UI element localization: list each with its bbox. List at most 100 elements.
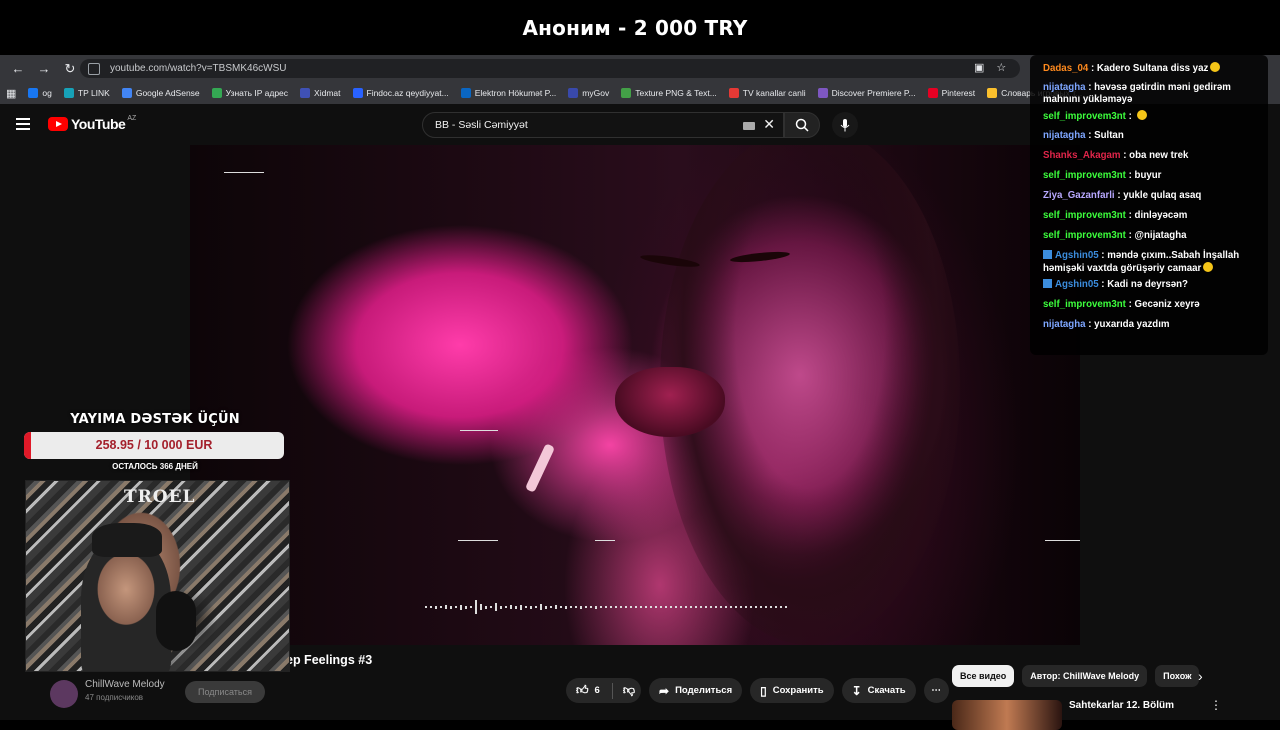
bookmark-item[interactable]: myGov [568,88,609,98]
chat-username: self_improvem3nt [1043,230,1126,241]
chat-username: self_improvem3nt [1043,111,1126,122]
bookmark-favicon-icon [987,88,998,98]
search-button[interactable] [784,112,820,138]
visualizer-bar [670,606,672,608]
visualizer-bar [520,604,522,610]
visualizer-bar [530,605,532,609]
search-input[interactable]: BB - Səsli Cəmiyyət ✕ [422,112,784,138]
stream-chat-overlay: Dadas_04 : Kadero Sultana diss yaz nijata… [1030,55,1268,355]
bookmark-item[interactable]: Discover Premiere P... [817,88,916,98]
bookmark-item[interactable]: Xidmat [300,88,341,98]
url-field[interactable]: youtube.com/watch?v=TBSMK46cWSU [80,59,1020,78]
clear-icon[interactable]: ✕ [763,116,775,133]
channel-name[interactable]: ChillWave Melody [85,679,165,690]
visualizer-bar [475,600,477,614]
bookmark-item[interactable]: Texture PNG & Text... [621,88,717,98]
chat-text: @nijatagha [1134,230,1187,241]
bookmark-item[interactable]: TP LINK [63,88,110,98]
visualizer-bar [595,605,597,609]
bookmark-star-icon[interactable]: ☆ [996,61,1006,74]
like-button[interactable]: 👍︎ 6 👎︎ [566,678,642,703]
bookmark-item[interactable]: Elektron Hökumət P... [460,88,556,98]
donation-progress-bar: 258.95 / 10 000 EUR [24,432,284,459]
visualizer-bar [695,606,697,608]
chat-username: nijatagha [1043,82,1086,93]
donation-goal-widget: YAYIMA DƏSTƏK ÜÇÜN 258.95 / 10 000 EUR О… [22,412,288,471]
visualizer-bar [720,606,722,608]
bookmark-item[interactable]: Google AdSense [121,88,200,98]
back-icon[interactable]: ← [6,57,30,81]
bookmark-label: TP LINK [77,88,110,98]
visualizer-bar [760,606,762,608]
chat-message: nijatagha : Sultan [1043,130,1124,141]
visualizer-bar [495,603,497,611]
visualizer-bar [680,606,682,608]
visualizer-bar [560,606,562,608]
visualizer-bar [630,606,632,608]
keyboard-icon[interactable] [743,122,755,130]
user-badge-icon [1043,279,1052,288]
recommended-thumbnail[interactable] [952,700,1062,730]
visualizer-bar [470,606,472,608]
bookmark-icon: ▯ [760,683,767,698]
bookmark-item[interactable]: og [28,88,52,98]
visualizer-bar [690,606,692,608]
chat-text: dinləyəcəm [1134,210,1188,221]
visualizer-bar [685,606,687,608]
menu-icon[interactable] [16,118,30,130]
share-label: Поделиться [675,685,733,696]
emoji-icon [1136,110,1147,120]
chat-text: Gecəniz xeyrə [1134,299,1200,310]
video-frame-subject [615,367,725,437]
chat-message: nijatagha : həvəsə gətirdin məni gedirəm… [1043,82,1231,105]
visualizer-bar [445,605,447,609]
donation-amount: 258.95 / 10 000 EUR [95,438,213,452]
install-app-icon[interactable]: ▣ [974,61,984,74]
apps-grid-icon[interactable]: ▦ [6,87,16,100]
save-button[interactable]: ▯ Сохранить [750,678,834,703]
microphone-icon[interactable] [832,112,858,138]
bookmark-label: Узнать IP адрес [225,88,289,98]
chat-username: self_improvem3nt [1043,210,1126,221]
visualizer-bar [485,605,487,609]
reload-icon[interactable]: ↻ [58,57,82,81]
download-button[interactable]: ↧ Скачать [841,678,916,703]
site-info-icon[interactable] [88,62,100,75]
bookmark-item[interactable]: Findoc.az qeydiyyat... [352,88,449,98]
bookmark-item[interactable]: Узнать IP адрес [211,88,289,98]
chat-username: Agshin05 [1055,250,1099,261]
forward-icon[interactable]: → [32,57,56,81]
microphone [156,591,196,651]
bookmark-item[interactable]: Pinterest [927,88,976,98]
channel-avatar[interactable] [50,680,78,708]
chat-username: self_improvem3nt [1043,170,1126,181]
bookmark-item[interactable]: TV kanallar canli [728,88,806,98]
subscribe-button[interactable]: Подписаться [185,681,265,703]
chip-similar[interactable]: Похож [1155,665,1200,687]
download-label: Скачать [867,685,906,696]
chat-message: self_improvem3nt : Gecəniz xeyrə [1043,299,1200,310]
bookmark-label: Pinterest [941,88,976,98]
visualizer-bar [540,604,542,610]
thumbs-down-icon[interactable]: 👎︎ [623,683,635,698]
bookmark-favicon-icon [460,88,471,98]
video-player[interactable] [190,145,1080,645]
search-icon [795,118,809,132]
visualizer-bar [755,606,757,608]
visualizer-bar [785,606,787,608]
chip-author[interactable]: Автор: ChillWave Melody [1022,665,1148,687]
webcam-sticker-text: TROEL [124,487,196,507]
chevron-right-icon[interactable]: › [1198,668,1203,684]
more-actions-button[interactable]: ⋯ [923,678,949,703]
youtube-logo[interactable]: YouTube AZ [48,115,136,132]
visualizer-bar [580,605,582,609]
visualizer-bar [700,606,702,608]
more-vert-icon[interactable]: ⋮ [1210,698,1222,712]
visualizer-bar [735,606,737,608]
share-button[interactable]: ➦ Поделиться [649,678,743,703]
recommended-title[interactable]: Sahtekarlar 12. Bölüm [1069,700,1174,711]
visualizer-bar [430,606,432,608]
chat-text: yuxarıda yazdım [1094,319,1170,330]
video-actions: 👍︎ 6 👎︎ ➦ Поделиться ▯ Сохранить ↧ Скача… [566,678,949,703]
chip-all-videos[interactable]: Все видео [952,665,1015,687]
